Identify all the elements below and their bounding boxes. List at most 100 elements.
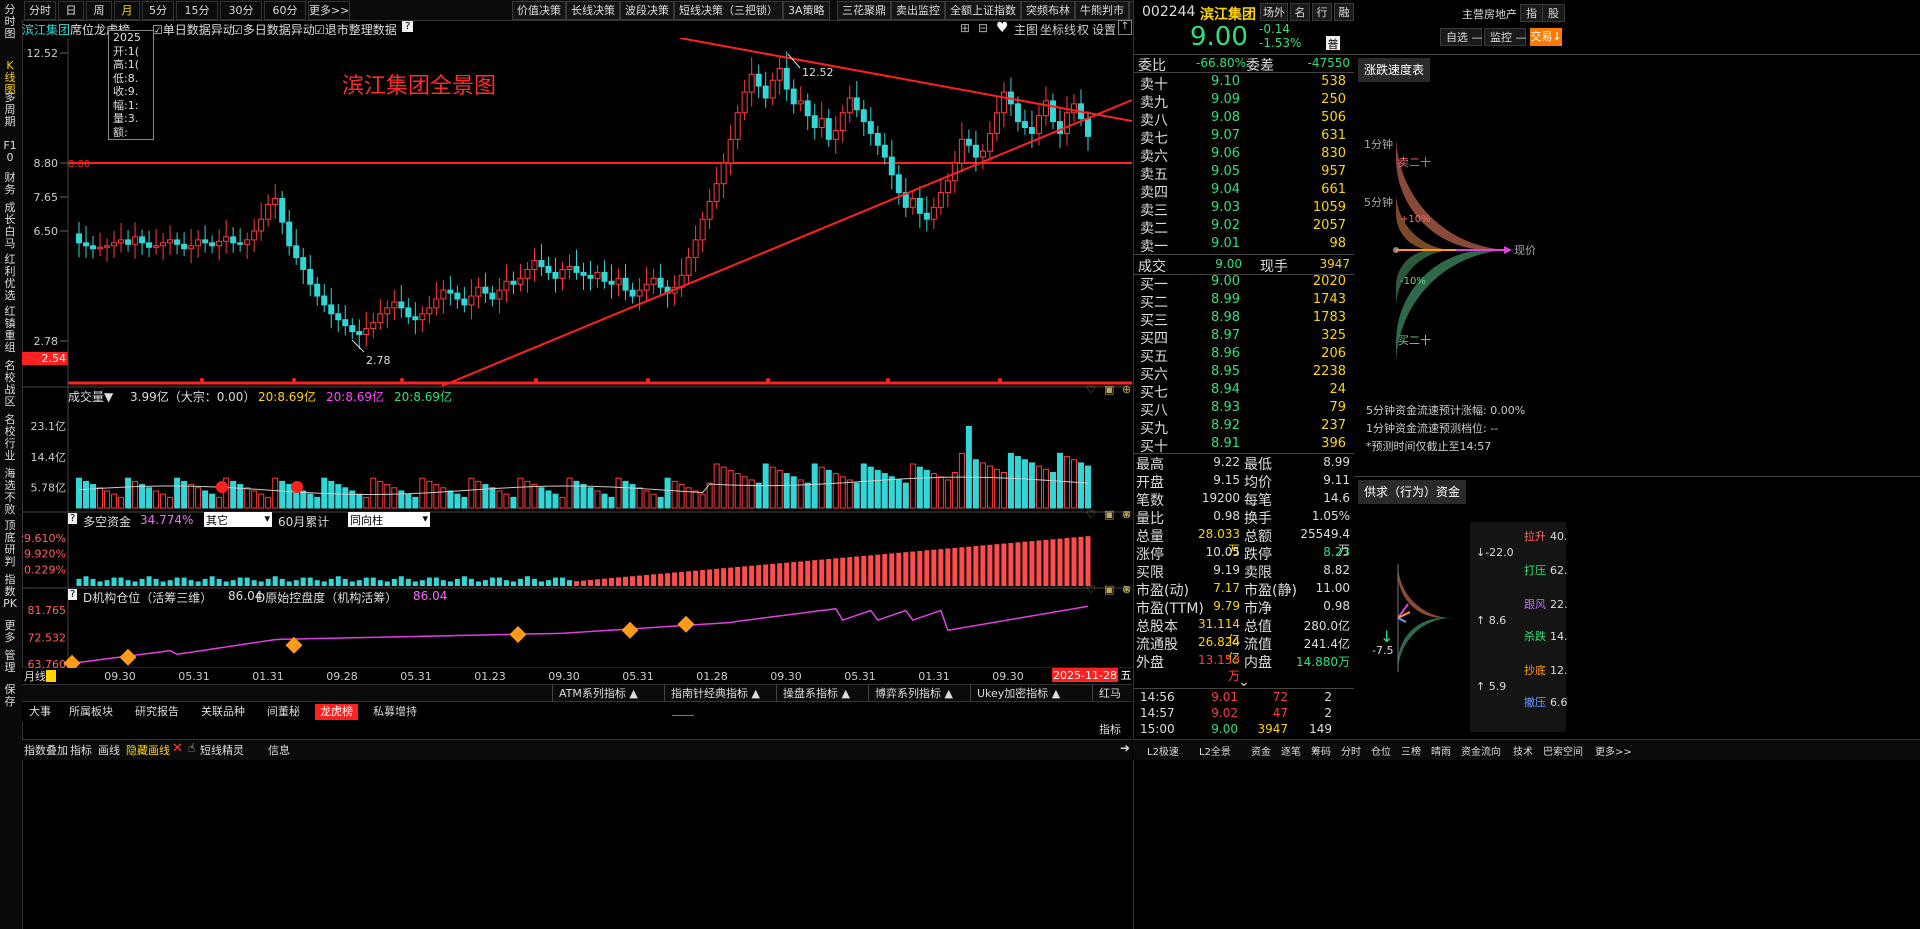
- volume-title[interactable]: 成交量▼: [68, 388, 113, 405]
- candle[interactable]: [181, 243, 188, 250]
- candle[interactable]: [762, 85, 769, 99]
- candle[interactable]: [202, 239, 209, 244]
- supply-panel-tab[interactable]: 供求（行为）资金: [1358, 480, 1467, 504]
- candle[interactable]: [559, 268, 566, 279]
- inst-signal-diamond[interactable]: [621, 621, 639, 639]
- quote-bottom-tab[interactable]: 仓位: [1371, 743, 1391, 758]
- bottom-tool[interactable]: 指标: [70, 742, 92, 758]
- strategy-tab[interactable]: 波段决策: [620, 1, 674, 20]
- candle[interactable]: [104, 245, 111, 248]
- candle[interactable]: [545, 265, 552, 273]
- candle[interactable]: [692, 239, 699, 259]
- main-chart-button[interactable]: 主图: [1014, 21, 1038, 38]
- candle[interactable]: [643, 283, 650, 291]
- quote-bottom-tab[interactable]: 资金: [1251, 743, 1271, 758]
- candle[interactable]: [825, 118, 832, 140]
- bottom-tab[interactable]: 关联品种: [196, 704, 250, 720]
- candle[interactable]: [524, 268, 531, 279]
- right-adjust-button[interactable]: 权: [1077, 21, 1089, 38]
- candle[interactable]: [377, 313, 384, 324]
- quote-bottom-tab[interactable]: 资金流向: [1461, 743, 1501, 758]
- candle[interactable]: [587, 274, 594, 279]
- settings-button[interactable]: 设置: [1092, 21, 1116, 38]
- candle[interactable]: [139, 236, 146, 244]
- candle[interactable]: [321, 295, 328, 306]
- candle[interactable]: [174, 239, 181, 245]
- volume-event-badge[interactable]: [216, 481, 228, 493]
- event-marker[interactable]: [998, 378, 1002, 382]
- candle[interactable]: [510, 280, 517, 285]
- capital-help-icon[interactable]: ?: [68, 513, 78, 524]
- candle[interactable]: [461, 298, 468, 306]
- quote-tool-button[interactable]: 融: [1334, 3, 1354, 21]
- sidebar-item[interactable]: 保存: [2, 684, 18, 708]
- candle[interactable]: [657, 277, 664, 288]
- event-marker[interactable]: [292, 378, 296, 382]
- candle[interactable]: [244, 239, 251, 245]
- period-tab[interactable]: 月: [114, 1, 140, 20]
- sidebar-item[interactable]: 红利优选: [2, 254, 18, 302]
- candle[interactable]: [258, 218, 265, 232]
- sidebar-item[interactable]: 管理: [2, 650, 18, 674]
- candle[interactable]: [797, 100, 804, 105]
- candle[interactable]: [125, 239, 132, 245]
- candle[interactable]: [965, 138, 972, 146]
- candle[interactable]: [755, 73, 762, 87]
- candle[interactable]: [839, 112, 846, 131]
- sidebar-item[interactable]: 名校行业: [2, 414, 18, 462]
- sidebar-item[interactable]: 更多: [2, 620, 18, 644]
- period-tab[interactable]: 5分: [142, 1, 174, 20]
- candle[interactable]: [216, 240, 223, 247]
- candle[interactable]: [867, 121, 874, 134]
- quote-tool-button[interactable]: 场外: [1260, 3, 1288, 21]
- candle[interactable]: [790, 88, 797, 105]
- trade-button[interactable]: 交易↓: [1530, 28, 1562, 46]
- event-marker[interactable]: [766, 378, 770, 382]
- period-tab[interactable]: 周: [86, 1, 112, 20]
- candle[interactable]: [937, 192, 944, 208]
- coord-line-button[interactable]: 坐标线: [1040, 21, 1076, 38]
- quote-bottom-tab[interactable]: 三榜: [1401, 743, 1421, 758]
- inst-help-icon[interactable]: ?: [68, 589, 78, 600]
- candle[interactable]: [538, 260, 545, 267]
- bottom-tab[interactable]: 间董秘: [262, 704, 305, 720]
- strategy-tab[interactable]: 长线决策: [566, 1, 620, 20]
- candle[interactable]: [741, 91, 748, 114]
- candle[interactable]: [405, 307, 412, 318]
- candle[interactable]: [979, 150, 986, 158]
- quote-bottom-tab[interactable]: 分时: [1341, 743, 1361, 758]
- candle[interactable]: [489, 292, 496, 300]
- bottom-tab[interactable]: 所属板块: [64, 704, 118, 720]
- candle[interactable]: [727, 138, 734, 164]
- event-marker[interactable]: [886, 378, 890, 382]
- candle[interactable]: [1085, 118, 1091, 137]
- quote-bottom-tab[interactable]: 更多>>: [1595, 743, 1632, 758]
- candle[interactable]: [356, 331, 363, 335]
- quote-bottom-tab[interactable]: 逐笔: [1281, 743, 1301, 758]
- candle[interactable]: [188, 245, 195, 250]
- strategy-tab[interactable]: 三花聚鼎: [837, 1, 891, 20]
- quote-bottom-tab[interactable]: 筹码: [1311, 743, 1331, 758]
- sidebar-item[interactable]: 多周期: [2, 92, 18, 128]
- kline-chart[interactable]: 12.52 8.80 7.65 6.50 2.78 8.80 2.54 12.52 2.78 23…: [22, 38, 1132, 728]
- candle[interactable]: [881, 144, 888, 158]
- candle[interactable]: [580, 271, 587, 276]
- candle[interactable]: [349, 325, 356, 333]
- candle[interactable]: [272, 197, 279, 205]
- candle[interactable]: [552, 271, 559, 279]
- inst-signal-diamond[interactable]: [119, 648, 137, 666]
- bottom-tool[interactable]: 画线: [98, 742, 120, 758]
- period-tab[interactable]: 日: [58, 1, 84, 20]
- bottom-tool[interactable]: 信息: [268, 742, 290, 758]
- candle[interactable]: [636, 289, 643, 297]
- candle[interactable]: [601, 271, 608, 282]
- candle[interactable]: [930, 206, 937, 220]
- event-marker[interactable]: [200, 378, 204, 382]
- candle[interactable]: [1028, 127, 1035, 134]
- candle[interactable]: [622, 277, 629, 291]
- candle[interactable]: [713, 183, 720, 202]
- quote-tool-button[interactable]: 名: [1290, 3, 1310, 21]
- strategy-tab[interactable]: 牛熊判市: [1075, 1, 1129, 20]
- candle[interactable]: [685, 257, 692, 276]
- candle[interactable]: [734, 112, 741, 140]
